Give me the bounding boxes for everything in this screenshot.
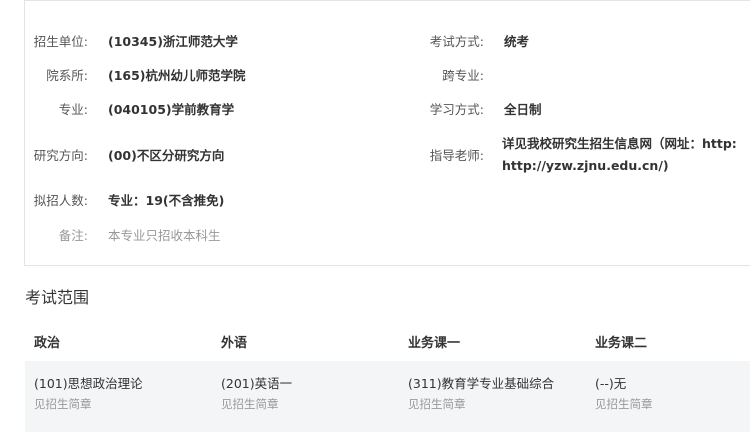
advisor-value-line2: http://yzw.zjnu.edu.cn/) — [502, 158, 669, 173]
planned-label: 拟招人数: — [33, 193, 88, 208]
header-foreign-language: 外语 — [221, 335, 248, 351]
exam-mode-value: 统考 — [504, 34, 530, 49]
planned-value: 专业：19(不含推免) — [108, 193, 225, 208]
remarks-value: 本专业只招收本科生 — [108, 228, 221, 243]
remarks-label: 备注: — [58, 228, 88, 243]
info-row-unit: 招生单位: (10345)浙江师范大学 — [24, 30, 238, 54]
cross-major-label: 跨专业: — [442, 68, 484, 83]
info-row-advisor: 指导老师: — [420, 144, 484, 168]
subject-name: (--)无 — [595, 376, 627, 391]
info-row-exam-mode: 考试方式: 统考 — [420, 30, 529, 54]
department-label: 院系所: — [46, 68, 88, 83]
info-row-remarks: 备注: 本专业只招收本科生 — [24, 224, 221, 248]
study-mode-value: 全日制 — [504, 102, 542, 117]
subject-cell-course-one: (311)教育学专业基础综合 见招生简章 — [399, 361, 586, 432]
advisor-value-line1: 详见我校研究生招生信息网（网址：http: — [502, 136, 737, 151]
unit-label: 招生单位: — [33, 34, 88, 49]
subject-name: (201)英语一 — [221, 376, 293, 391]
research-direction-label: 研究方向: — [33, 148, 88, 163]
header-course-one: 业务课一 — [408, 335, 461, 351]
exam-scope-table-header: 政治 外语 业务课一 业务课二 — [25, 322, 750, 360]
exam-scope-title: 考试范围 — [25, 288, 90, 307]
info-row-research-direction: 研究方向: (00)不区分研究方向 — [24, 144, 225, 168]
advisor-label: 指导老师: — [429, 148, 484, 163]
major-label: 专业: — [58, 102, 88, 117]
department-value: (165)杭州幼儿师范学院 — [108, 68, 246, 83]
advisor-value: 详见我校研究生招生信息网（网址：http: http://yzw.zjnu.ed… — [502, 133, 737, 177]
header-course-two: 业务课二 — [595, 335, 648, 351]
subject-cell-course-two: (--)无 见招生简章 — [586, 361, 750, 432]
subject-note: 见招生简章 — [408, 397, 466, 411]
info-row-planned: 拟招人数: 专业：19(不含推免) — [24, 189, 225, 213]
subject-name: (311)教育学专业基础综合 — [408, 376, 555, 391]
info-row-major: 专业: (040105)学前教育学 — [24, 98, 234, 122]
major-value: (040105)学前教育学 — [108, 102, 235, 117]
exam-mode-label: 考试方式: — [429, 34, 484, 49]
header-politics: 政治 — [34, 335, 61, 351]
info-row-study-mode: 学习方式: 全日制 — [420, 98, 542, 122]
unit-value: (10345)浙江师范大学 — [108, 34, 238, 49]
subject-note: 见招生简章 — [595, 397, 653, 411]
info-row-department: 院系所: (165)杭州幼儿师范学院 — [24, 64, 246, 88]
info-row-cross-major: 跨专业: — [420, 64, 504, 88]
table-row: (101)思想政治理论 见招生简章 (201)英语一 见招生简章 (311)教育… — [25, 361, 750, 432]
subject-name: (101)思想政治理论 — [34, 376, 143, 391]
subject-cell-foreign-language: (201)英语一 见招生简章 — [212, 361, 399, 432]
study-mode-label: 学习方式: — [429, 102, 484, 117]
subject-note: 见招生简章 — [221, 397, 279, 411]
research-direction-value: (00)不区分研究方向 — [108, 148, 225, 163]
subject-note: 见招生简章 — [34, 397, 92, 411]
subject-cell-politics: (101)思想政治理论 见招生简章 — [25, 361, 212, 432]
